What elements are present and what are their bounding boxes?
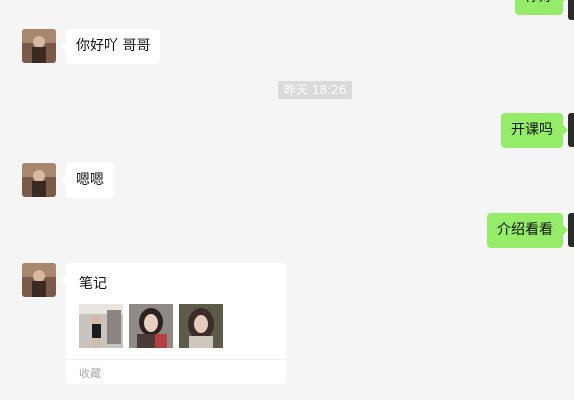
message-text: 开课吗 (511, 122, 553, 138)
contact-avatar[interactable] (22, 163, 56, 197)
message-text: 嗯嗯 (76, 172, 104, 188)
message-bubble-self[interactable]: 介绍看看 (487, 213, 568, 248)
photo-thumbnail-3 (179, 304, 223, 348)
self-avatar[interactable] (568, 213, 574, 247)
note-title: 笔记 (79, 276, 107, 292)
note-card[interactable]: 笔记 收藏 (61, 263, 286, 384)
note-source-label: 收藏 (79, 367, 101, 380)
photo-thumbnail-2 (129, 304, 173, 348)
message-text: 介绍看看 (497, 222, 553, 238)
avatar-image (22, 163, 56, 197)
message-text: 你好吖 哥哥 (76, 38, 151, 54)
timestamp: 昨天 18:26 (278, 81, 353, 99)
message-bubble-self[interactable]: 你好 (515, 0, 568, 15)
self-avatar[interactable] (568, 0, 574, 20)
photo-thumbnail-1 (79, 304, 123, 348)
contact-avatar[interactable] (22, 263, 56, 297)
message-bubble-other[interactable]: 嗯嗯 (61, 163, 114, 198)
message-bubble-other[interactable]: 你好吖 哥哥 (60, 29, 161, 64)
contact-avatar[interactable] (22, 29, 56, 63)
message-text: 你好 (525, 0, 553, 5)
message-bubble-self[interactable]: 开课吗 (501, 113, 568, 148)
avatar-image (22, 29, 56, 63)
self-avatar[interactable] (568, 113, 574, 147)
avatar-image (22, 263, 56, 297)
divider (66, 359, 286, 360)
